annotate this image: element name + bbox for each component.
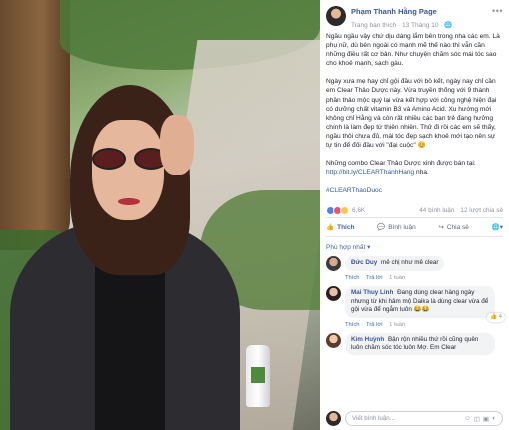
- comment-item: Kim Huỳnh Bận rộn nhiều thứ rồi cũng quê…: [326, 332, 503, 356]
- share-button[interactable]: ↪ Chia sẻ: [438, 223, 469, 232]
- engagement-stats: 6,6K 44 bình luận 12 lượt chia sẻ: [326, 204, 503, 219]
- commenter-name[interactable]: Đức Duy: [351, 259, 377, 266]
- commenter-avatar[interactable]: [326, 332, 341, 348]
- comment-like-link[interactable]: Thích: [345, 275, 360, 281]
- gif-icon[interactable]: ▣: [483, 415, 489, 423]
- post-meta: Trang bạn thích · 13 Tháng 10 · 🌐: [351, 22, 453, 29]
- haha-reaction-icon: [340, 206, 349, 216]
- share-icon: ↪: [438, 224, 444, 232]
- sticker-icon[interactable]: ◐: [492, 415, 496, 423]
- comment-icon: 💬: [377, 224, 386, 232]
- comment-time[interactable]: 1 tuần: [389, 275, 405, 281]
- comment-bubble: Đức Duy mê chị như mê clear: [345, 256, 445, 272]
- hand: [160, 115, 194, 175]
- reaction-icons[interactable]: 6,6K: [326, 206, 366, 216]
- lips: [118, 198, 140, 205]
- globe-icon: 🌐▾: [491, 224, 503, 232]
- comment-text: mê chị như mê clear: [381, 259, 439, 267]
- post-actions: 👍 Thích 💬 Bình luận ↪ Chia sẻ 🌐▾: [326, 218, 503, 238]
- shares-count[interactable]: 12 lượt chia sẻ: [460, 207, 503, 214]
- camera-icon[interactable]: ◫: [474, 415, 480, 423]
- page-avatar[interactable]: [326, 6, 346, 26]
- comment-item: Mai Thuy Linh Đang dùng clear hàng ngày …: [326, 286, 505, 328]
- like-label: Thích: [337, 223, 355, 231]
- current-user-avatar: [326, 411, 341, 426]
- post-panel: Phạm Thanh Hằng Page Trang bạn thích · 1…: [320, 0, 509, 430]
- comment-like-link[interactable]: Thích: [345, 322, 360, 328]
- shop-link[interactable]: http://bit.ly/CLEARThanhHang: [326, 169, 414, 176]
- post-paragraph-text: Những combo Clear Thảo Dược xinh được bá…: [326, 160, 476, 168]
- comments-count[interactable]: 44 bình luận: [419, 207, 454, 214]
- thumbs-up-icon: 👍: [326, 224, 335, 232]
- shampoo-bottle: [246, 345, 270, 407]
- comment-reply-link[interactable]: Trả lời: [366, 275, 382, 281]
- comment-reaction-badge[interactable]: 👍 4: [486, 313, 505, 322]
- post-body: Ngầu ngầu vậy chứ dịu dàng lắm bên trong…: [326, 32, 503, 195]
- comment-input[interactable]: Viết bình luận... ☺ ◫ ▣ ◐: [345, 411, 503, 426]
- post-photo[interactable]: [0, 0, 320, 430]
- comment-list: Đức Duy mê chị như mê clear Thích Trả lờ…: [326, 256, 505, 356]
- audience-selector[interactable]: 🌐▾: [492, 223, 503, 231]
- comment-reply-link[interactable]: Trả lời: [366, 322, 382, 328]
- comment-label: Bình luận: [388, 223, 416, 231]
- comment-actions: Thích Trả lời 1 tuần: [345, 275, 503, 281]
- commenter-avatar[interactable]: [326, 256, 341, 272]
- comment-item: Đức Duy mê chị như mê clear Thích Trả lờ…: [326, 256, 503, 281]
- ellipsis-icon[interactable]: •••: [492, 6, 503, 16]
- composer-icons: ☺ ◫ ▣ ◐: [464, 415, 496, 423]
- hashtag-link[interactable]: #CLEARThaoDuoc: [326, 187, 382, 194]
- link-suffix: nha.: [414, 169, 429, 177]
- post-paragraph-link: Những combo Clear Thảo Dược xinh được bá…: [326, 159, 503, 177]
- commenter-avatar[interactable]: [326, 286, 341, 302]
- comment-button[interactable]: 💬 Bình luận: [377, 223, 416, 232]
- comment-time[interactable]: 1 tuần: [389, 322, 405, 328]
- comment-actions: Thích Trả lời 1 tuần: [345, 322, 503, 328]
- comment-composer: Viết bình luận... ☺ ◫ ▣ ◐: [326, 411, 503, 426]
- post-header-text: Phạm Thanh Hằng Page Trang bạn thích · 1…: [351, 6, 492, 31]
- reactions-count: 6,6K: [352, 207, 366, 215]
- post-header: Phạm Thanh Hằng Page Trang bạn thích · 1…: [326, 0, 503, 32]
- post-paragraph: Ngày xưa mẹ hay chỉ gội đầu với bồ kết, …: [326, 78, 497, 150]
- comment-bubble: Mai Thuy Linh Đang dùng clear hàng ngày …: [345, 286, 505, 322]
- share-label: Chia sẻ: [446, 223, 469, 231]
- commenter-name[interactable]: Mai Thuy Linh: [351, 289, 393, 296]
- comment-input-placeholder: Viết bình luận...: [352, 415, 395, 422]
- comment-bubble: Kim Huỳnh Bận rộn nhiều thứ rồi cũng quê…: [345, 332, 495, 356]
- commenter-name[interactable]: Kim Huỳnh: [351, 336, 384, 343]
- like-button[interactable]: 👍 Thích: [326, 223, 355, 232]
- comment-sort-dropdown[interactable]: Phù hợp nhất ▾: [326, 237, 503, 256]
- page-name-link[interactable]: Phạm Thanh Hằng Page: [351, 6, 492, 17]
- emoji-icon[interactable]: ☺: [464, 415, 471, 423]
- post-paragraph: Ngầu ngầu vậy chứ dịu dàng lắm bên trong…: [326, 33, 500, 68]
